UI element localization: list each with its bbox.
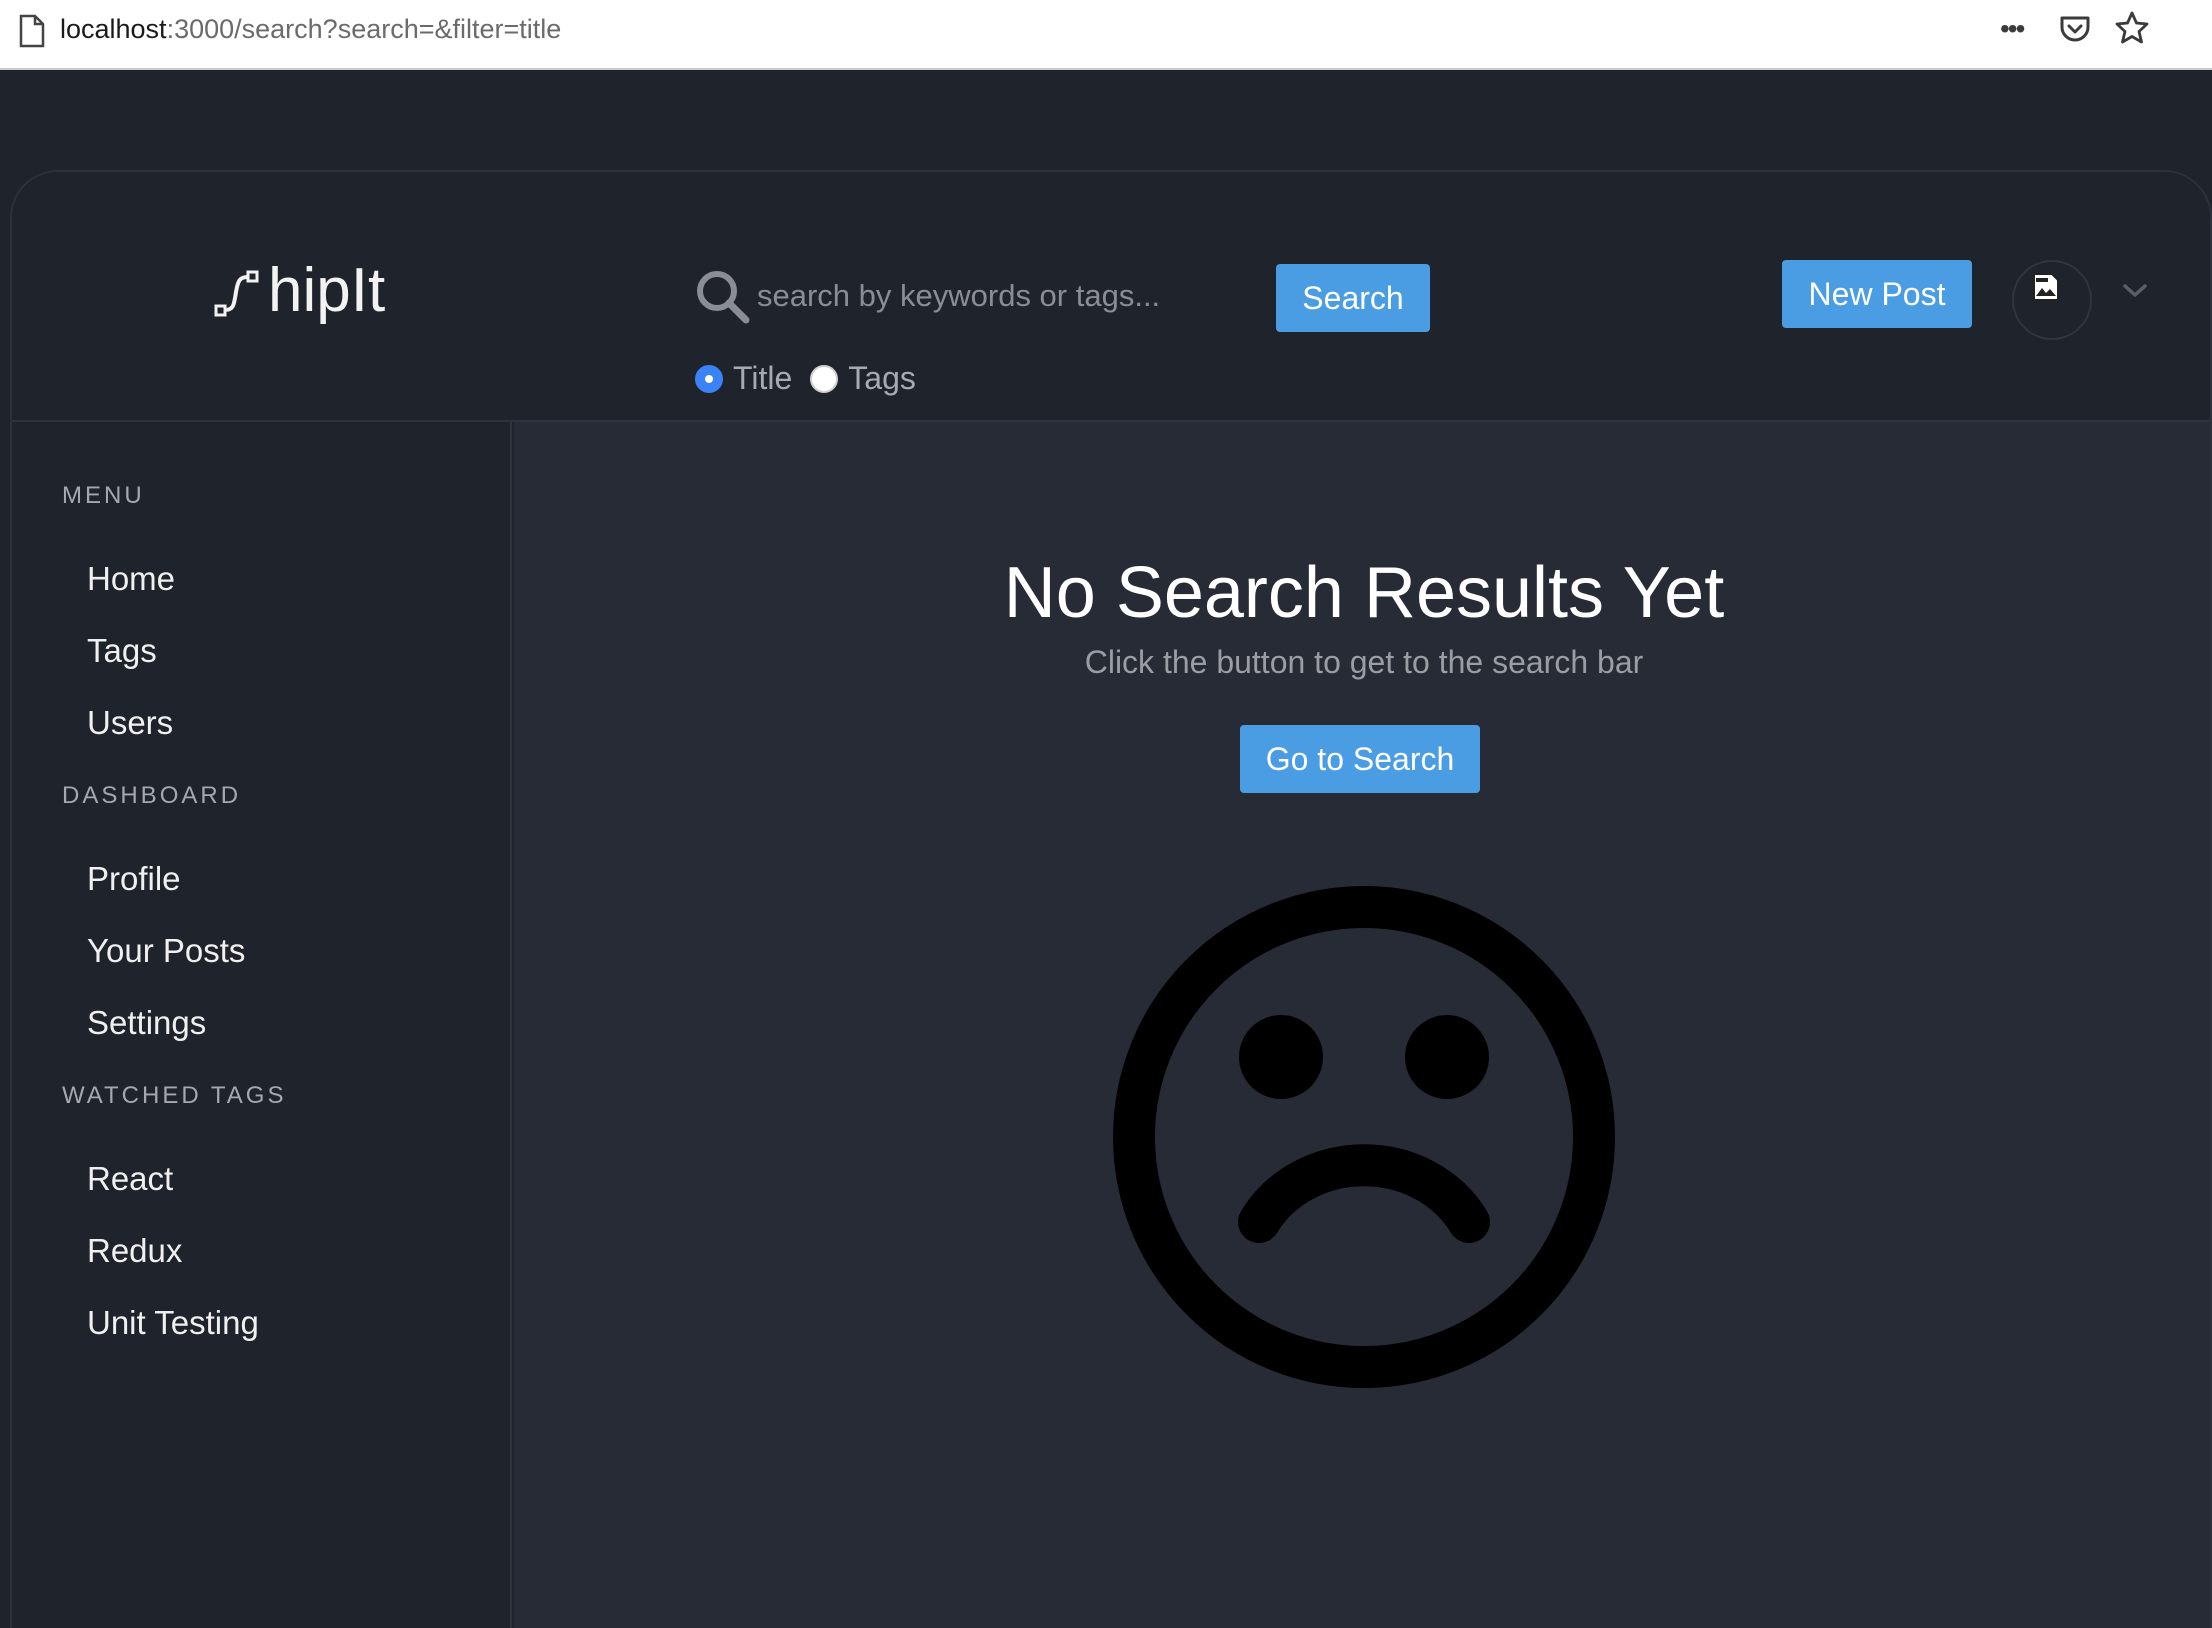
sidebar-item-tags[interactable]: Tags <box>87 632 157 670</box>
bookmark-star-icon[interactable] <box>2114 10 2150 46</box>
app-window: hipIt Search Title Tags New Post MEN <box>10 170 2212 1628</box>
sidebar-item-users[interactable]: Users <box>87 704 173 742</box>
filter-tags-radio[interactable] <box>810 364 839 393</box>
logo-icon <box>214 270 259 317</box>
broken-image-icon <box>2033 273 2059 301</box>
sidebar-item-unit-testing[interactable]: Unit Testing <box>87 1304 259 1342</box>
sidebar-item-react[interactable]: React <box>87 1160 173 1198</box>
search-input[interactable] <box>757 268 1277 324</box>
page-subtitle: Click the button to get to the search ba… <box>1084 644 1644 680</box>
filter-tags-label[interactable]: Tags <box>848 360 916 397</box>
avatar[interactable] <box>2012 260 2092 340</box>
search-filter: Title Tags <box>695 360 934 397</box>
search-button[interactable]: Search <box>1276 264 1430 332</box>
go-to-search-button[interactable]: Go to Search <box>1240 725 1480 793</box>
main-content: No Search Results Yet Click the button t… <box>514 422 2210 1628</box>
more-actions-icon[interactable]: ••• <box>2000 12 2040 46</box>
logo[interactable]: hipIt <box>212 260 385 322</box>
browser-url-bar: localhost:3000/search?search=&filter=tit… <box>0 0 2212 70</box>
sidebar-item-your-posts[interactable]: Your Posts <box>87 932 245 970</box>
filter-title-radio[interactable] <box>695 364 723 393</box>
page-title: No Search Results Yet <box>1003 553 1725 633</box>
search-icon <box>697 271 750 324</box>
sidebar-section-watched-tags: WATCHED TAGS <box>62 1082 287 1109</box>
new-post-button[interactable]: New Post <box>1782 260 1972 328</box>
sidebar-section-menu: MENU <box>62 482 145 509</box>
pocket-icon[interactable] <box>2058 12 2092 46</box>
url-host: localhost <box>60 14 167 44</box>
logo-text: hipIt <box>268 256 386 325</box>
sad-face-icon <box>1113 886 1615 1388</box>
filter-title-label[interactable]: Title <box>733 360 792 397</box>
chevron-down-icon[interactable] <box>2122 282 2148 300</box>
top-navbar: hipIt Search Title Tags New Post <box>12 172 2210 422</box>
page-icon <box>19 14 45 48</box>
address-field[interactable]: localhost:3000/search?search=&filter=tit… <box>60 12 561 46</box>
sidebar-item-settings[interactable]: Settings <box>87 1004 206 1042</box>
sidebar-item-home[interactable]: Home <box>87 560 175 598</box>
sidebar: MENU Home Tags Users DASHBOARD Profile Y… <box>12 422 512 1628</box>
sidebar-item-profile[interactable]: Profile <box>87 860 181 898</box>
url-path: :3000/search?search=&filter=title <box>166 14 562 44</box>
sidebar-item-redux[interactable]: Redux <box>87 1232 182 1270</box>
sidebar-section-dashboard: DASHBOARD <box>62 782 242 809</box>
